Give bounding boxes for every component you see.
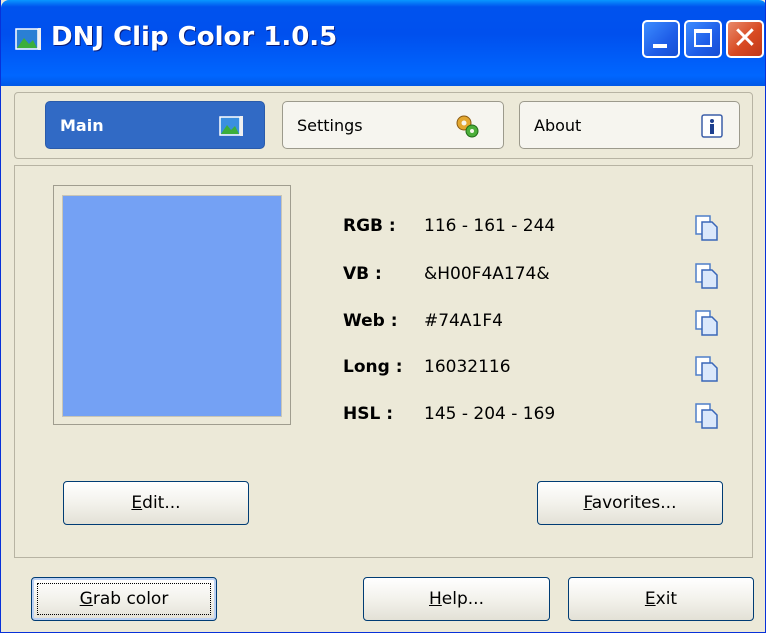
tab-settings[interactable]: Settings: [282, 101, 504, 149]
copy-long-icon[interactable]: [694, 355, 720, 383]
help-button-mnemonic: H: [429, 589, 442, 609]
minimize-button[interactable]: [642, 20, 680, 58]
help-button[interactable]: Help...: [363, 577, 550, 621]
long-label: Long :: [343, 357, 403, 377]
favorites-button-label: avorites...: [591, 493, 677, 513]
color-swatch: [62, 195, 282, 417]
web-label: Web :: [343, 311, 398, 331]
tab-about[interactable]: About: [519, 101, 740, 149]
vb-value: &H00F4A174&: [424, 264, 550, 284]
exit-button-label: xit: [655, 589, 678, 609]
app-window: DNJ Clip Color 1.0.5 ✕ Main Settings Abo…: [0, 0, 766, 633]
copy-web-icon[interactable]: [694, 309, 720, 337]
rgb-value: 116 - 161 - 244: [424, 216, 556, 236]
info-icon: [701, 114, 723, 138]
exit-button-mnemonic: E: [644, 589, 656, 609]
copy-vb-icon[interactable]: [694, 262, 720, 290]
close-icon: ✕: [732, 21, 758, 56]
favorites-button-mnemonic: F: [583, 493, 592, 513]
edit-button-mnemonic: E: [131, 493, 143, 513]
rgb-label: RGB :: [343, 216, 396, 236]
settings-gears-icon: [456, 115, 479, 138]
exit-button[interactable]: Exit: [568, 577, 754, 621]
grab-color-button-label: rab color: [92, 589, 169, 609]
grab-color-button-mnemonic: G: [79, 589, 93, 609]
maximize-button[interactable]: [684, 20, 722, 58]
tab-about-label: About: [534, 116, 582, 135]
long-value: 16032116: [424, 357, 511, 377]
edit-button-label: dit...: [142, 493, 181, 513]
copy-rgb-icon[interactable]: [694, 214, 720, 242]
app-picture-icon: [15, 28, 41, 50]
minimize-icon: [653, 44, 667, 48]
title-bar[interactable]: DNJ Clip Color 1.0.5 ✕: [1, 0, 765, 86]
tab-main[interactable]: Main: [45, 101, 265, 149]
favorites-button[interactable]: Favorites...: [537, 481, 723, 525]
tab-main-label: Main: [60, 116, 104, 135]
window-title: DNJ Clip Color 1.0.5: [51, 22, 338, 52]
edit-button[interactable]: Edit...: [63, 481, 249, 525]
help-button-label: elp...: [441, 589, 484, 609]
close-button[interactable]: ✕: [726, 20, 764, 58]
hsl-label: HSL :: [343, 404, 394, 424]
tab-settings-label: Settings: [297, 116, 363, 135]
copy-hsl-icon[interactable]: [694, 402, 720, 430]
picture-icon: [219, 116, 243, 136]
vb-label: VB :: [343, 264, 382, 284]
hsl-value: 145 - 204 - 169: [424, 404, 556, 424]
grab-color-button[interactable]: Grab color: [31, 577, 217, 621]
maximize-icon: [694, 29, 712, 47]
web-value: #74A1F4: [424, 311, 503, 331]
